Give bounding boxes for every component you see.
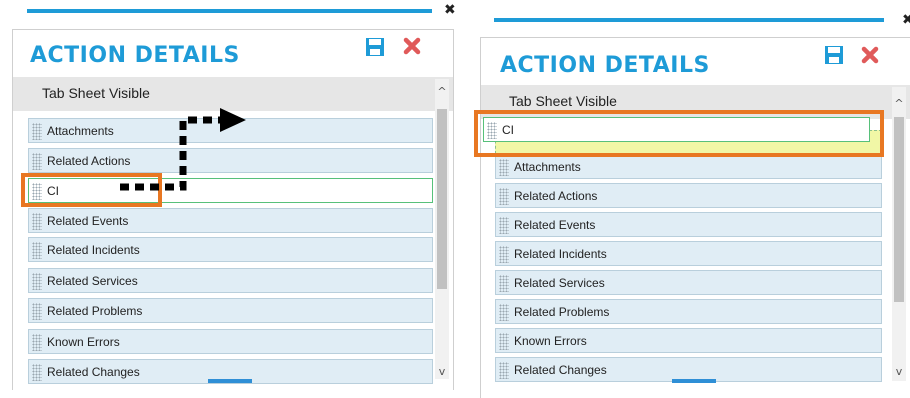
list-item-label: Related Events xyxy=(514,218,596,232)
scrollbar-thumb[interactable] xyxy=(894,117,904,302)
drag-handle-icon[interactable] xyxy=(32,123,42,140)
delete-icon[interactable] xyxy=(861,46,879,64)
drag-path-arrow-icon xyxy=(120,108,246,191)
list-item[interactable]: Related Incidents xyxy=(495,241,882,266)
list-item-label: Attachments xyxy=(514,160,581,174)
vertical-scrollbar[interactable]: ^ v xyxy=(892,87,906,381)
drag-handle-icon[interactable] xyxy=(32,303,42,320)
top-accent-line-left xyxy=(27,9,432,13)
list-item-label: Related Services xyxy=(514,276,605,290)
ci-highlight-box xyxy=(474,110,884,157)
scroll-down-arrow-icon[interactable]: v xyxy=(892,365,906,379)
list-item[interactable]: Attachments xyxy=(495,154,882,179)
close-icon[interactable]: ✖ xyxy=(902,12,910,28)
scroll-up-arrow-icon[interactable]: ^ xyxy=(892,97,906,111)
list-item[interactable]: Related Problems xyxy=(28,298,433,323)
list-item-label: Related Incidents xyxy=(514,247,607,261)
drag-handle-icon[interactable] xyxy=(499,362,509,379)
list-item[interactable]: Related Problems xyxy=(495,299,882,324)
drag-handle-icon[interactable] xyxy=(32,334,42,351)
left-action-details-panel: ACTION DETAILS Tab Sheet Visible Attachm… xyxy=(12,29,454,390)
list-item[interactable]: Related Incidents xyxy=(28,237,433,262)
drag-handle-icon[interactable] xyxy=(32,153,42,170)
tab-sheet-visible-label: Tab Sheet Visible xyxy=(42,85,150,101)
list-item[interactable]: Related Services xyxy=(28,268,433,293)
list-item-label: Related Events xyxy=(47,214,129,228)
list-item-label: Related Services xyxy=(47,274,138,288)
drag-handle-icon[interactable] xyxy=(499,217,509,234)
list-item[interactable]: Related Events xyxy=(28,208,433,233)
close-icon[interactable]: ✖ xyxy=(444,2,456,18)
scroll-up-arrow-icon[interactable]: ^ xyxy=(435,85,449,99)
list-item-label: Related Changes xyxy=(514,363,607,377)
top-accent-line-right xyxy=(494,18,884,22)
drag-handle-icon[interactable] xyxy=(499,188,509,205)
drag-handle-icon[interactable] xyxy=(499,333,509,350)
drag-handle-icon[interactable] xyxy=(32,213,42,230)
list-item-label: Known Errors xyxy=(47,335,120,349)
list-item-label: Related Actions xyxy=(514,189,598,203)
panel-title: ACTION DETAILS xyxy=(500,53,710,78)
list-item-label: Related Incidents xyxy=(47,243,140,257)
panel-title: ACTION DETAILS xyxy=(30,43,240,68)
drag-handle-icon[interactable] xyxy=(499,246,509,263)
list-item-label: Attachments xyxy=(47,124,114,138)
list-item-label: Related Problems xyxy=(514,305,610,319)
drag-handle-icon[interactable] xyxy=(32,273,42,290)
list-item[interactable]: Known Errors xyxy=(28,329,433,354)
delete-icon[interactable] xyxy=(403,37,421,55)
list-item-label: Related Problems xyxy=(47,304,143,318)
list-item[interactable]: Related Events xyxy=(495,212,882,237)
list-item[interactable]: Known Errors xyxy=(495,328,882,353)
drag-handle-icon[interactable] xyxy=(499,304,509,321)
bottom-tab-indicator xyxy=(208,379,252,383)
drag-handle-icon[interactable] xyxy=(499,275,509,292)
drag-handle-icon[interactable] xyxy=(32,364,42,381)
list-item-label: Related Changes xyxy=(47,365,140,379)
list-item[interactable]: Related Actions xyxy=(495,183,882,208)
right-action-details-panel: ACTION DETAILS Tab Sheet Visible CI Atta… xyxy=(480,37,910,398)
scrollbar-thumb[interactable] xyxy=(437,109,447,289)
drag-handle-icon[interactable] xyxy=(32,242,42,259)
list-item-label: Known Errors xyxy=(514,334,587,348)
drag-handle-icon[interactable] xyxy=(499,159,509,176)
bottom-tab-indicator xyxy=(672,379,716,383)
save-icon[interactable] xyxy=(824,45,844,65)
list-item[interactable]: Related Services xyxy=(495,270,882,295)
save-icon[interactable] xyxy=(365,37,385,57)
vertical-scrollbar[interactable]: ^ v xyxy=(435,79,449,379)
scroll-down-arrow-icon[interactable]: v xyxy=(435,365,449,379)
tab-sheet-visible-label: Tab Sheet Visible xyxy=(509,93,617,109)
